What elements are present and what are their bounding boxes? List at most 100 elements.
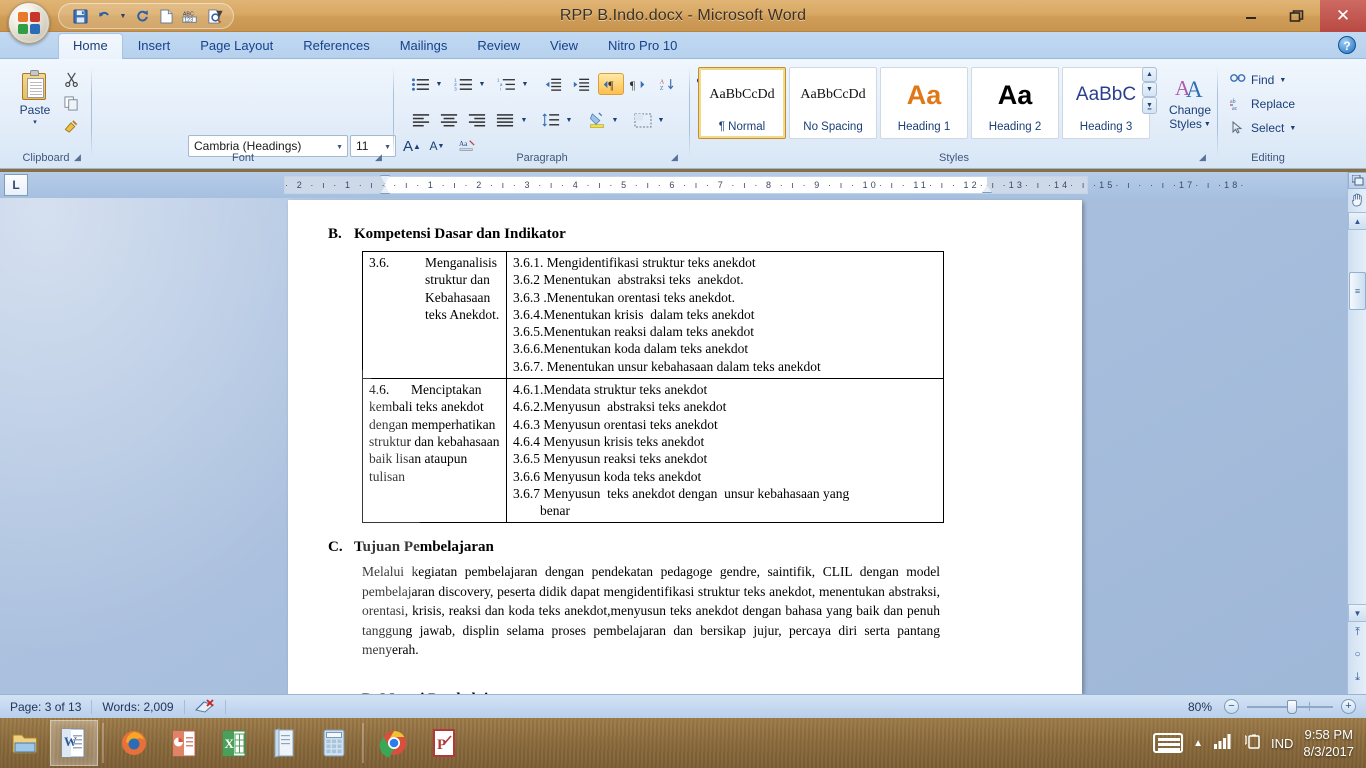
taskbar-item-powerpoint[interactable] [160, 720, 208, 766]
close-button[interactable]: ✕ [1320, 0, 1366, 32]
font-size-dropdown-icon[interactable]: ▼ [384, 144, 391, 151]
restore-button[interactable] [1274, 0, 1320, 32]
increase-indent-button[interactable] [568, 73, 594, 95]
tab-insert[interactable]: Insert [123, 33, 186, 59]
next-page-button[interactable]: ⤓ [1348, 671, 1366, 691]
align-left-button[interactable] [408, 109, 434, 131]
style-item-normal[interactable]: AaBbCcDd ¶ Normal [698, 67, 786, 139]
borders-button[interactable] [630, 109, 656, 131]
clipboard-dialog-launcher[interactable]: ◢ [74, 152, 85, 163]
line-spacing-dropdown-icon[interactable]: ▼ [563, 109, 575, 131]
proofing-errors-icon[interactable] [185, 699, 225, 714]
line-spacing-button[interactable] [538, 109, 564, 131]
previous-page-button[interactable]: ⤒ [1348, 626, 1366, 646]
show-hidden-icons-button[interactable]: ▲ [1193, 738, 1203, 749]
change-styles-button[interactable]: AA Change Styles ▼ [1162, 67, 1218, 139]
help-icon[interactable]: ? [1338, 36, 1356, 54]
undo-dropdown-icon[interactable]: ▼ [117, 5, 129, 27]
rtl-text-direction-button[interactable]: ¶ [625, 73, 651, 95]
table-row[interactable]: 3.6. Menganalisis struktur dan Kebahasaan… [362, 250, 944, 380]
sort-button[interactable]: AZ [655, 73, 681, 95]
align-center-button[interactable] [436, 109, 462, 131]
cut-button[interactable] [60, 69, 82, 89]
tab-stop-selector[interactable]: L [4, 174, 28, 196]
select-browse-object-button[interactable]: ○ [1348, 649, 1366, 669]
zoom-out-button[interactable]: − [1224, 699, 1239, 714]
shading-button[interactable] [584, 109, 610, 131]
zoom-slider[interactable] [1247, 699, 1333, 714]
tab-view[interactable]: View [535, 33, 593, 59]
borders-dropdown-icon[interactable]: ▼ [655, 109, 667, 131]
zoom-slider-thumb[interactable] [1287, 699, 1297, 714]
scroll-down-button[interactable]: ▼ [1348, 604, 1366, 622]
shading-dropdown-icon[interactable]: ▼ [609, 109, 621, 131]
numbering-button[interactable]: 123 [449, 73, 477, 95]
minimize-button[interactable] [1228, 0, 1274, 32]
paragraph-dialog-launcher[interactable]: ◢ [671, 152, 682, 163]
replace-button[interactable]: ab ac Replace [1226, 93, 1310, 115]
find-button[interactable]: Find ▼ [1226, 69, 1310, 91]
customize-quick-access-icon[interactable]: ▼ [214, 8, 225, 20]
office-button[interactable] [8, 2, 50, 44]
font-name-dropdown-icon[interactable]: ▼ [336, 144, 343, 151]
spelling-grammar-icon[interactable]: ABC 123 [179, 5, 201, 27]
vertical-scrollbar[interactable]: ▲ ≡ ▼ ⤒ ○ ⤓ [1347, 172, 1366, 694]
taskbar-item-chrome[interactable] [370, 720, 418, 766]
taskbar-item-word[interactable]: W [50, 720, 98, 766]
word-count[interactable]: Words: 2,009 [92, 700, 183, 714]
save-icon[interactable] [69, 5, 91, 27]
touch-keyboard-icon[interactable] [1153, 733, 1184, 753]
taskbar-item-firefox[interactable] [110, 720, 158, 766]
style-item-heading-2[interactable]: Aa Heading 2 [971, 67, 1059, 139]
document-page[interactable]: B. Kompetensi Dasar dan Indikator 3.6. Me… [288, 200, 1082, 694]
page-indicator[interactable]: Page: 3 of 13 [0, 700, 91, 714]
styles-dialog-launcher[interactable]: ◢ [1199, 152, 1210, 163]
style-item-no-spacing[interactable]: AaBbCcDd No Spacing [789, 67, 877, 139]
select-button[interactable]: Select ▼ [1226, 117, 1310, 139]
scroll-up-button[interactable]: ▲ [1348, 212, 1366, 230]
taskbar-item-publisher[interactable]: P [420, 720, 468, 766]
taskbar-item-calculator[interactable] [310, 720, 358, 766]
kd-cell[interactable]: 4.6. Menciptakan kembali teks anekdot den… [362, 378, 507, 524]
copy-button[interactable] [60, 93, 82, 113]
tab-page-layout[interactable]: Page Layout [185, 33, 288, 59]
horizontal-ruler[interactable]: · 2 · ı · 1 · ı · · ı · 1 · ı · 2 · ı · … [284, 175, 1243, 194]
bullets-button[interactable] [406, 73, 434, 95]
styles-scroll-up-button[interactable]: ▲ [1142, 67, 1157, 82]
indicator-cell[interactable]: 4.6.1.Mendata struktur teks anekdot 4.6.2… [506, 378, 944, 524]
align-right-button[interactable] [464, 109, 490, 131]
justify-dropdown-icon[interactable]: ▼ [518, 109, 530, 131]
battery-charging-icon[interactable] [1243, 732, 1261, 755]
multilevel-list-button[interactable]: 1ai [492, 73, 520, 95]
new-document-icon[interactable] [155, 5, 177, 27]
tab-nitro-pro-10[interactable]: Nitro Pro 10 [593, 33, 692, 59]
tab-home[interactable]: Home [58, 33, 123, 59]
tab-references[interactable]: References [288, 33, 384, 59]
taskbar-item-notepad[interactable] [260, 720, 308, 766]
format-painter-button[interactable] [60, 117, 82, 137]
undo-icon[interactable] [93, 5, 115, 27]
pan-hand-icon[interactable] [1350, 192, 1365, 212]
clock[interactable]: 9:58 PM 8/3/2017 [1303, 726, 1354, 760]
styles-more-button[interactable]: ▼ ━ [1142, 97, 1157, 114]
start-button[interactable] [2, 720, 48, 766]
zoom-level[interactable]: 80% [1182, 700, 1224, 714]
justify-button[interactable] [492, 109, 518, 131]
tab-mailings[interactable]: Mailings [385, 33, 463, 59]
kd-cell[interactable]: 3.6. Menganalisis struktur dan Kebahasaan… [362, 250, 507, 380]
signal-icon[interactable] [1213, 732, 1233, 755]
scrollbar-thumb[interactable]: ≡ [1349, 272, 1366, 310]
document-canvas[interactable]: B. Kompetensi Dasar dan Indikator 3.6. Me… [0, 198, 1366, 694]
decrease-indent-button[interactable] [540, 73, 566, 95]
ltr-text-direction-button[interactable]: ¶ [598, 73, 624, 95]
paste-dropdown-icon[interactable]: ▾ [33, 118, 37, 126]
indicator-cell[interactable]: 3.6.1. Mengidentifikasi struktur teks an… [506, 250, 944, 380]
redo-icon[interactable] [131, 5, 153, 27]
font-dialog-launcher[interactable]: ◢ [375, 152, 386, 163]
select-dropdown-icon[interactable]: ▼ [1289, 125, 1296, 132]
numbering-dropdown-icon[interactable]: ▼ [476, 73, 488, 95]
bullets-dropdown-icon[interactable]: ▼ [433, 73, 445, 95]
paste-button[interactable]: Paste ▾ [12, 67, 58, 137]
kompetensi-dasar-table[interactable]: 3.6. Menganalisis struktur dan Kebahasaan… [362, 250, 944, 524]
change-styles-dropdown-icon[interactable]: ▼ [1204, 121, 1211, 128]
